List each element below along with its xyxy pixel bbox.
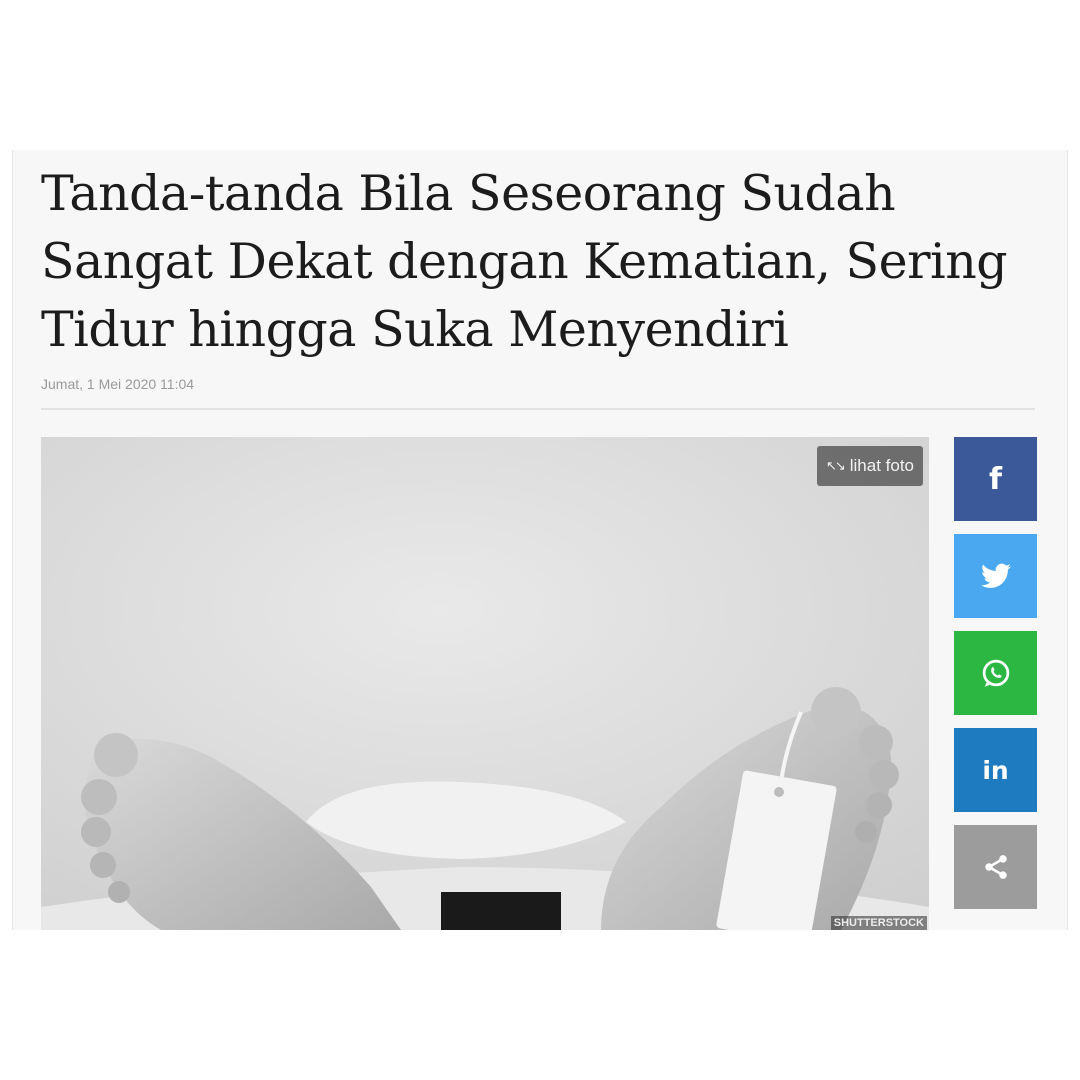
photo-credit: SHUTTERSTOCK bbox=[830, 916, 927, 930]
article-photo[interactable]: ↖↘ lihat foto SHUTTERSTOCK bbox=[41, 437, 929, 930]
share-facebook-button[interactable]: f bbox=[954, 437, 1037, 521]
share-linkedin-button[interactable]: in bbox=[954, 728, 1037, 812]
facebook-icon: f bbox=[988, 461, 1003, 497]
title-line-2: Sangat Dekat dengan Kematian, Sering bbox=[41, 233, 1008, 290]
photo-image bbox=[41, 437, 929, 930]
share-icon bbox=[984, 855, 1007, 879]
whatsapp-icon bbox=[982, 659, 1009, 687]
view-photo-button[interactable]: ↖↘ lihat foto bbox=[816, 446, 923, 486]
divider bbox=[41, 408, 1035, 410]
article-title: Tanda-tanda Bila Seseorang Sudah Sangat … bbox=[41, 160, 1041, 364]
expand-icon: ↖↘ bbox=[825, 458, 846, 473]
article-card: Tanda-tanda Bila Seseorang Sudah Sangat … bbox=[12, 150, 1068, 930]
publish-date: Jumat, 1 Mei 2020 11:04 bbox=[41, 376, 195, 392]
view-photo-label: lihat foto bbox=[849, 456, 914, 475]
twitter-icon bbox=[980, 563, 1011, 588]
share-more-button[interactable] bbox=[954, 825, 1037, 909]
title-line-1: Tanda-tanda Bila Seseorang Sudah bbox=[41, 165, 896, 222]
title-line-3: Tidur hingga Suka Menyendiri bbox=[41, 301, 789, 358]
share-twitter-button[interactable] bbox=[954, 534, 1037, 618]
share-whatsapp-button[interactable] bbox=[954, 631, 1037, 715]
linkedin-icon: in bbox=[982, 755, 1009, 785]
